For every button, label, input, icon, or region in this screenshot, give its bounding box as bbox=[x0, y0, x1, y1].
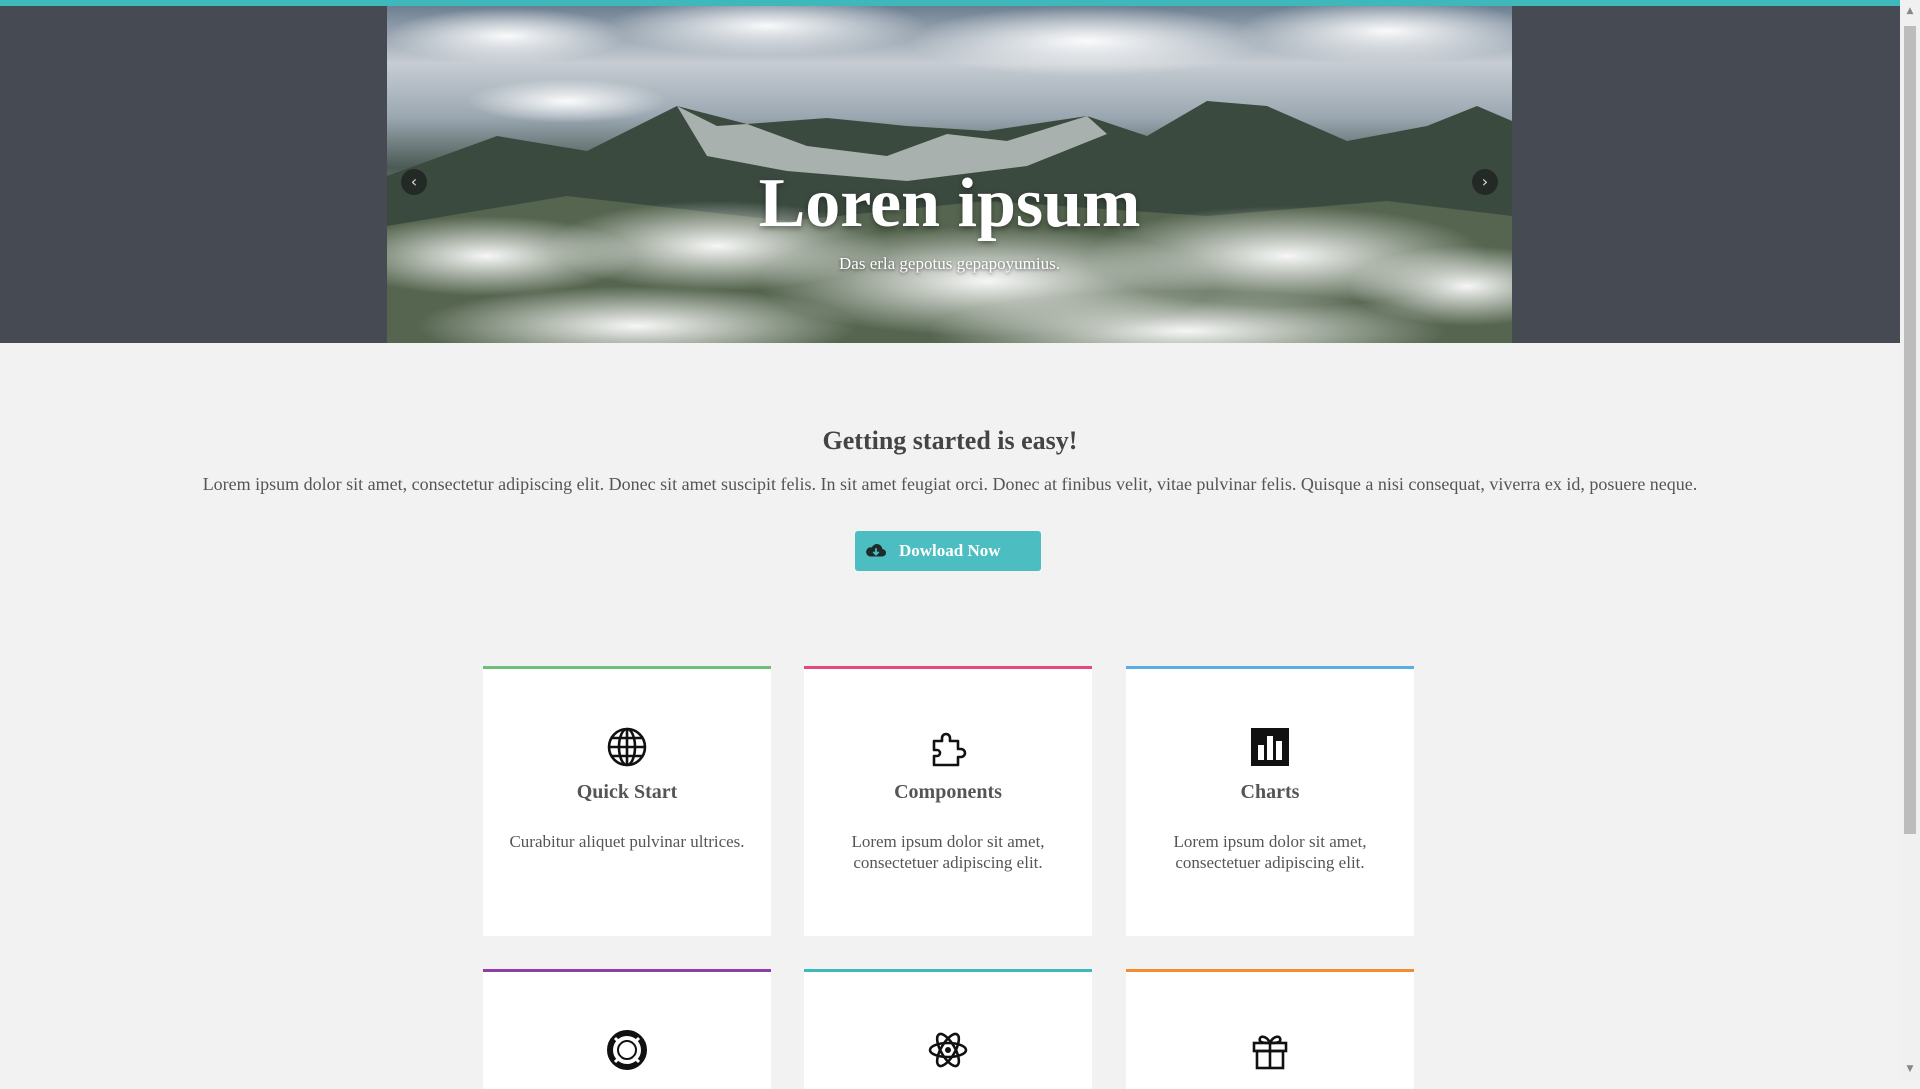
card-title: Quick Start bbox=[576, 781, 678, 803]
card-charts[interactable]: Charts Lorem ipsum dolor sit amet, conse… bbox=[1126, 666, 1414, 936]
card-text: Lorem ipsum dolor sit amet, consectetuer… bbox=[1173, 832, 1367, 872]
card-text: Curabitur aliquet pulvinar ultrices. bbox=[509, 832, 745, 851]
globe-icon bbox=[607, 727, 647, 767]
card-react[interactable] bbox=[804, 969, 1092, 1089]
bar-chart-icon bbox=[1251, 728, 1289, 766]
card-extras[interactable] bbox=[1126, 969, 1414, 1089]
gift-icon bbox=[1252, 1035, 1288, 1070]
scroll-down-icon[interactable]: ▼ bbox=[1904, 1062, 1916, 1076]
cloud-download-icon bbox=[866, 544, 886, 557]
card-title: Components bbox=[894, 781, 1002, 803]
hero-subtitle: Das erla gepotus gepapoyumius. bbox=[839, 254, 1060, 273]
card-quick-start[interactable]: Quick Start Curabitur aliquet pulvinar u… bbox=[483, 666, 771, 936]
section-title: Getting started is easy! bbox=[822, 426, 1078, 455]
hero-title: Loren ipsum bbox=[758, 165, 1141, 242]
section-text: Lorem ipsum dolor sit amet, consectetur … bbox=[202, 474, 1698, 494]
scrollbar-thumb[interactable] bbox=[1904, 26, 1916, 834]
card-components[interactable]: Components Lorem ipsum dolor sit amet, c… bbox=[804, 666, 1092, 936]
card-text: Lorem ipsum dolor sit amet, consectetuer… bbox=[851, 832, 1045, 872]
scroll-up-icon[interactable]: ▲ bbox=[1904, 4, 1916, 18]
download-button-label: Dowload Now bbox=[899, 541, 1001, 560]
card-title: Charts bbox=[1240, 781, 1300, 803]
page-scrollbar[interactable]: ▲ ▼ bbox=[1900, 0, 1920, 1080]
puzzle-icon bbox=[932, 732, 967, 767]
lifebuoy-icon bbox=[607, 1030, 647, 1070]
atom-icon bbox=[928, 1032, 968, 1068]
download-button[interactable]: Dowload Now bbox=[855, 531, 1041, 571]
card-support[interactable] bbox=[483, 969, 771, 1089]
hero-carousel: ‹ › Loren ipsum Das erla gepotus gepapoy… bbox=[387, 6, 1512, 343]
